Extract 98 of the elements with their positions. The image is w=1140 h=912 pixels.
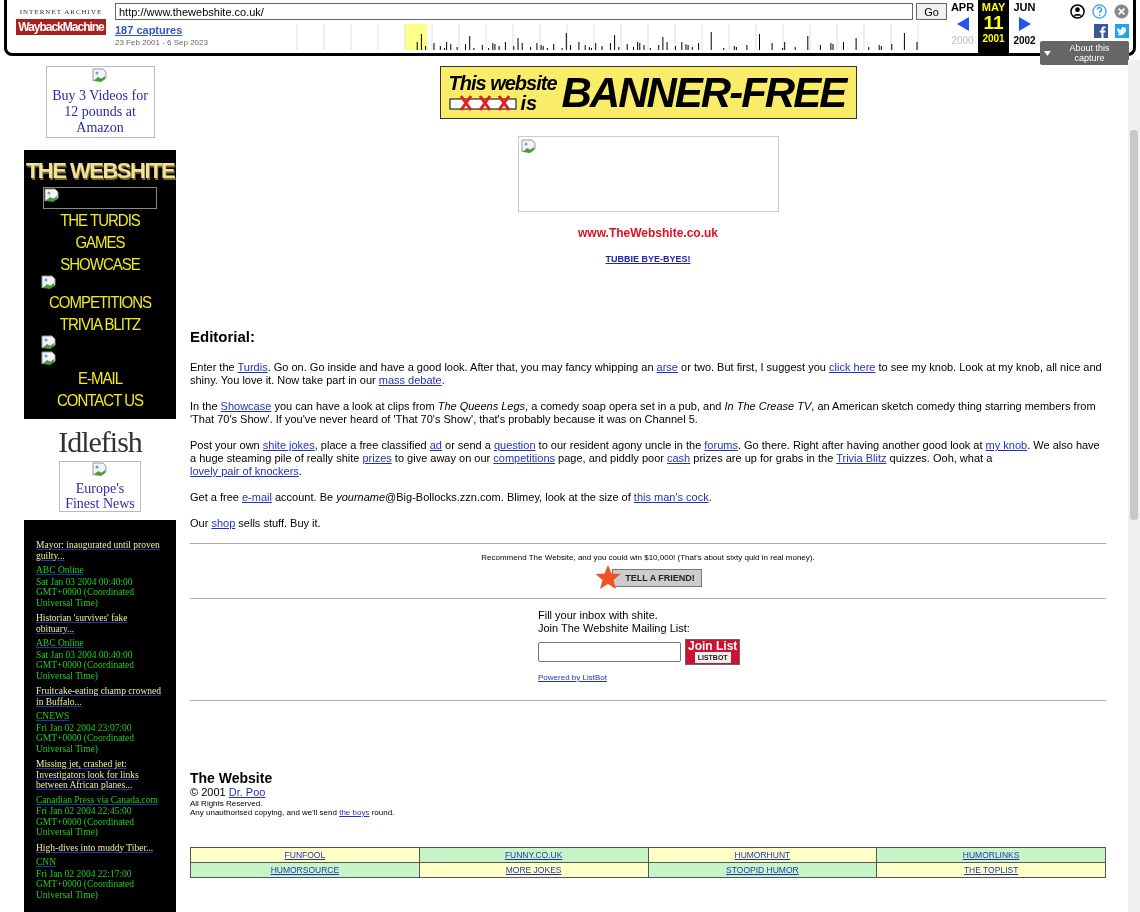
broken-image-icon xyxy=(92,462,108,478)
date-range: 23 Feb 2001 - 6 Sep 2023 xyxy=(115,38,208,47)
link[interactable]: arse xyxy=(656,361,678,373)
news-source[interactable]: Canadian Press via Canada.com xyxy=(36,794,158,805)
site-url: www.TheWebshite.co.uk xyxy=(578,226,718,240)
notice-text: Any unauthorised copying, and we'll send the boys round. xyxy=(190,808,396,817)
link[interactable]: shite jokes xyxy=(262,439,315,451)
close-icon[interactable] xyxy=(1114,4,1129,19)
news-source[interactable]: ABC Online xyxy=(36,565,84,576)
link[interactable]: this man's cock xyxy=(633,491,709,503)
mailing-text: Fill your inbox with shite. xyxy=(538,609,659,622)
news-date: Fri Jan 02 2004 22:45:00 GMT+0000 (Coordinated Universal Time) xyxy=(36,806,135,838)
link[interactable]: the boys xyxy=(339,808,370,817)
link[interactable]: click here xyxy=(829,361,876,373)
tubbie-link[interactable]: TUBBIE BYE-BYES! xyxy=(605,254,691,264)
banner-text: BANNER-FREE xyxy=(561,68,846,117)
wayback-logo[interactable]: WaybackMachine xyxy=(16,19,106,35)
footer-title: The Website xyxy=(190,773,274,784)
month-label[interactable]: MAY xyxy=(981,1,1006,13)
rights-text: All Rights Reserved. xyxy=(190,799,264,808)
ad-text[interactable]: Europe's Finest News xyxy=(60,481,140,511)
previous-arrow-icon[interactable] xyxy=(955,16,970,32)
link[interactable]: question xyxy=(493,439,536,451)
go-button[interactable]: Go xyxy=(916,3,947,20)
link[interactable]: STOOPID HUMOR xyxy=(726,865,799,875)
link[interactable]: forums xyxy=(704,439,738,451)
scrollbar[interactable] xyxy=(1128,60,1140,912)
about-capture-button[interactable]: About this capture xyxy=(1040,41,1129,65)
news-date: Fri Jan 02 2004 22:17:00 GMT+0000 (Coordinated Universal Time) xyxy=(36,868,135,900)
link[interactable]: Showcase xyxy=(220,400,272,412)
news-headline[interactable]: High-dives into muddy Tiber... xyxy=(36,842,166,853)
banner-text: is xyxy=(520,92,538,113)
news-headline[interactable]: Fruitcake-eating champ crowned in Buffalo... xyxy=(36,686,166,707)
powered-by-link[interactable]: Powered by ListBot xyxy=(538,671,758,684)
news-date: Fri Jan 02 2004 23:07:00 GMT+0000 (Coordinated Universal Time) xyxy=(36,722,135,754)
link[interactable]: FUNFOOL xyxy=(284,850,326,860)
ad-placeholder[interactable]: Buy 3 Videos for 12 pounds at Amazon xyxy=(45,66,155,138)
news-date: Sat Jan 03 2004 00:40:00 GMT+0000 (Coordinated Universal Time) xyxy=(36,649,135,681)
broken-image-icon xyxy=(520,139,537,155)
mailing-text: Join The Webshite Mailing List: xyxy=(538,622,691,635)
link[interactable]: lovely pair of knockers xyxy=(190,465,299,477)
link[interactable]: HUMORHUNT xyxy=(734,850,791,860)
user-icon[interactable] xyxy=(1070,4,1085,19)
link[interactable]: Trivia Blitz xyxy=(836,452,887,464)
section-heading: Editorial: xyxy=(190,328,256,345)
link[interactable]: HUMORSOURCE xyxy=(270,865,340,875)
copyright-text: © 2001 Dr. Poo xyxy=(190,787,267,798)
broken-image-icon xyxy=(41,335,57,351)
crossed-bar-icon xyxy=(448,94,517,111)
banner-text: This website xyxy=(448,72,557,93)
day-number: 11 xyxy=(983,13,1004,33)
email-field[interactable] xyxy=(538,642,681,662)
news-headline[interactable]: Historian 'survives' fake obituary... xyxy=(36,613,166,634)
link[interactable]: THE TOPLIST xyxy=(963,865,1019,875)
month-label[interactable]: JUN xyxy=(1013,1,1036,13)
broken-image-icon xyxy=(41,351,57,367)
news-date: Sat Jan 03 2004 00:40:00 GMT+0000 (Coordinated Universal Time) xyxy=(36,576,135,608)
twitter-icon[interactable] xyxy=(1115,24,1129,38)
link[interactable]: Turdis xyxy=(237,361,268,373)
partner-logo[interactable]: Idlefish xyxy=(58,425,142,459)
broken-image-icon xyxy=(44,188,60,204)
link[interactable]: prizes xyxy=(362,452,392,464)
caret-icon xyxy=(1044,50,1051,56)
link[interactable]: ad xyxy=(429,439,442,451)
site-logo[interactable]: THE WEBSHITE xyxy=(25,158,175,184)
ad-placeholder[interactable]: Europe's Finest News xyxy=(59,461,141,512)
link[interactable]: competitions xyxy=(493,452,556,464)
captures-link[interactable]: 187 captures xyxy=(115,24,183,36)
paragraph: Enter the Turdis. Go on. Go inside and have a good look. After that, you may fancy whipping an arse or two. But first, I suggest you click here to see my knob. Look at my knob, all nice and shiny. You love it. Now take part in our mass debate. xyxy=(190,361,1103,387)
year-label[interactable]: 2001 xyxy=(982,33,1005,44)
paragraph: Post your own shite jokes, place a free classified ad or send a question to our resident agony uncle in the forums. Go there. Right after having another good look at my knob. We also have a huge steaming pile of really shite prizes to give away on our competitions page, and piddly poor cash prizes are up for grabs in the Trivia Blitz quizzes. Ooh, what a lovely pair of knockers. xyxy=(190,439,1101,478)
news-source[interactable]: CNN xyxy=(36,857,57,868)
broken-image-icon xyxy=(41,275,57,291)
link[interactable]: MORE JOKES xyxy=(505,865,562,875)
link[interactable]: e-mail xyxy=(242,491,272,503)
ad-text[interactable]: Buy 3 Videos for 12 pounds at Amazon xyxy=(47,88,153,136)
link[interactable]: cash xyxy=(667,452,691,464)
news-headline[interactable]: Missing jet, crashed jet: Investigators look for links between African planes... xyxy=(36,759,166,791)
link[interactable]: shop xyxy=(211,517,236,529)
star-icon xyxy=(594,564,623,592)
help-icon[interactable] xyxy=(1092,4,1107,19)
paragraph: In the Showcase you can have a look at clips from The Queens Legs, a comedy soap opera set in a pub, and In The Crease TV, an American sketch comedy thing starring members from 'That 70's Show'. If you've never heard of 'That 70's Show', that's probably because it was on Channel 5. xyxy=(190,400,1097,426)
link[interactable]: FUNNY.CO.UK xyxy=(504,850,563,860)
broken-image-icon xyxy=(92,68,108,84)
year-label[interactable]: 2002 xyxy=(1013,35,1036,46)
facebook-icon[interactable] xyxy=(1094,24,1108,38)
link[interactable]: HUMORLINKS xyxy=(962,850,1020,860)
link[interactable]: Dr. Poo xyxy=(228,786,266,798)
news-source[interactable]: ABC Online xyxy=(36,638,84,649)
link[interactable]: mass debate xyxy=(378,374,442,386)
paragraph: Our shop sells stuff. Buy it. xyxy=(190,517,322,530)
news-source[interactable]: CNEWS xyxy=(36,711,70,722)
news-headline[interactable]: Mayor: inaugurated until proven guilty... xyxy=(36,540,166,561)
month-label[interactable]: APR xyxy=(950,1,975,13)
paragraph: Get a free e-mail account. Be yourname@Big-Bollocks.zzn.com. Blimey, look at the size of this man's cock. xyxy=(190,491,713,504)
recommend-text: Recommend The Website, and you could win $10,000! (That's about sixty quid in real money). xyxy=(481,553,815,562)
next-arrow-icon[interactable] xyxy=(1017,16,1032,32)
url-field[interactable]: http://www.thewebshite.co.uk/ xyxy=(115,3,914,20)
